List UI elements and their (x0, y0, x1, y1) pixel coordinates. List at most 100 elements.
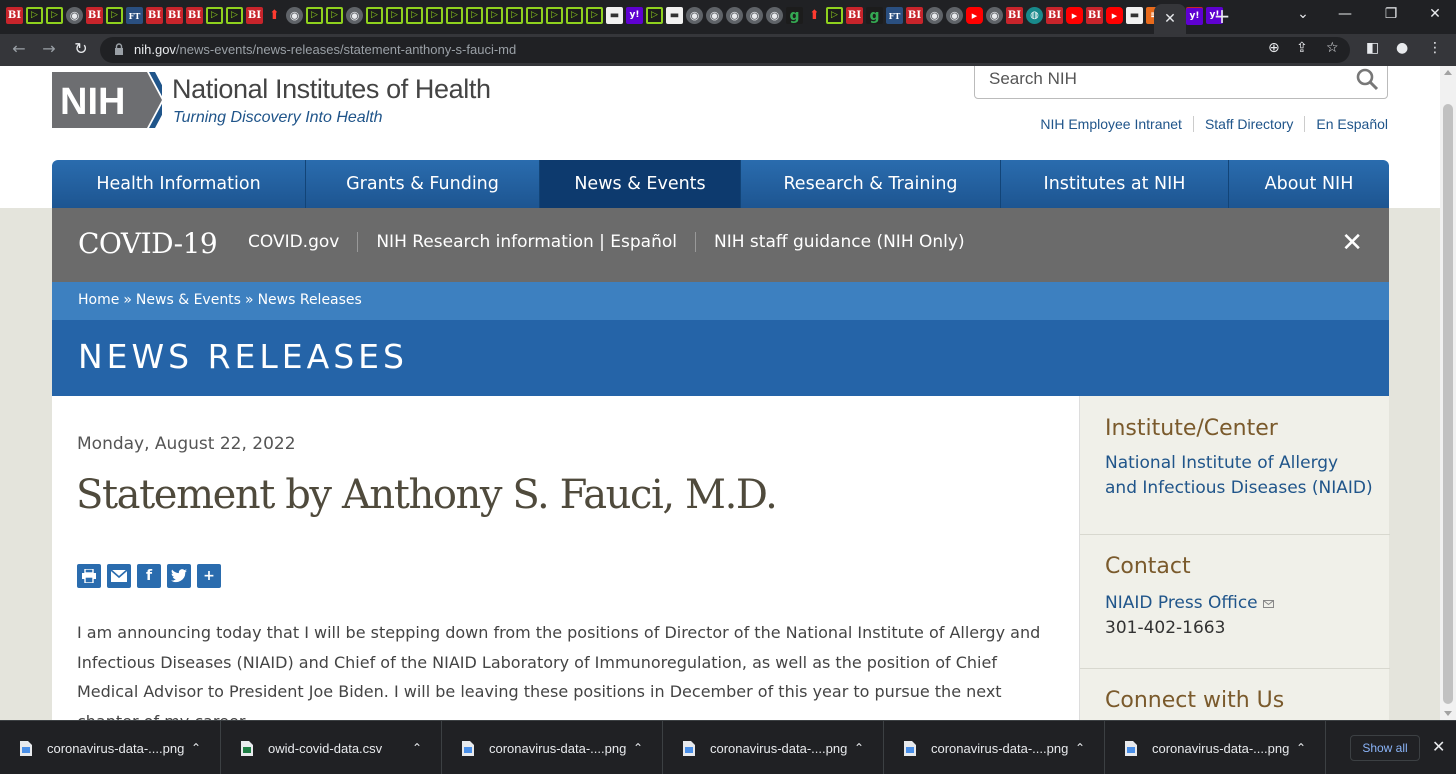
minimize-button[interactable]: — (1334, 6, 1356, 22)
tab-favicon-play-icon[interactable]: ▷ (446, 7, 463, 24)
tab-favicon-play-icon[interactable]: ▷ (546, 7, 563, 24)
tab-favicon-play-icon[interactable]: ▷ (406, 7, 423, 24)
download-item[interactable]: owid-covid-data.csv ⌃ (221, 721, 442, 774)
address-bar[interactable]: nih.gov/news-events/news-releases/statem… (100, 37, 1350, 63)
tab-favicon-play-icon[interactable]: ▷ (826, 7, 843, 24)
tab-favicon-globe-icon[interactable]: ◉ (706, 7, 723, 24)
covid-link-staff-guidance[interactable]: NIH staff guidance (NIH Only) (696, 232, 983, 252)
close-window-button[interactable]: ✕ (1424, 6, 1446, 22)
scroll-up-icon[interactable] (1444, 70, 1452, 75)
nav-item-health-information[interactable]: Health Information (52, 160, 306, 208)
tab-favicon-bi-icon[interactable]: BI (146, 7, 163, 24)
tab-favicon-yh-icon[interactable]: y! (626, 7, 643, 24)
tab-favicon-globe-icon[interactable]: ◉ (746, 7, 763, 24)
nih-logo[interactable]: NIH (52, 72, 162, 128)
link-niaid-press-office[interactable]: NIAID Press Office (1105, 593, 1258, 613)
nav-item-news-events[interactable]: News & Events (540, 160, 741, 208)
profile-avatar-icon[interactable]: ● (1396, 40, 1408, 56)
tab-favicon-teal-icon[interactable]: ◍ (1026, 7, 1043, 24)
tab-favicon-play-icon[interactable]: ▷ (306, 7, 323, 24)
maximize-button[interactable]: ❐ (1380, 6, 1402, 22)
search-input[interactable] (989, 69, 1349, 89)
link-en-espanol[interactable]: En Español (1304, 116, 1388, 132)
tab-favicon-globe-icon[interactable]: ◉ (686, 7, 703, 24)
tab-favicon-play-icon[interactable]: ▷ (526, 7, 543, 24)
tab-favicon-globe-icon[interactable]: ◉ (766, 7, 783, 24)
close-download-bar-icon[interactable]: ✕ (1432, 737, 1445, 756)
tab-favicon-red-icon[interactable]: ⬆ (806, 7, 823, 24)
nav-item-about[interactable]: About NIH (1229, 160, 1389, 208)
covid-link-covid-gov[interactable]: COVID.gov (230, 232, 359, 252)
tab-favicon-yt-icon[interactable]: ▶ (966, 7, 983, 24)
facebook-icon[interactable]: f (137, 564, 161, 588)
tab-favicon-bi-icon[interactable]: BI (1006, 7, 1023, 24)
tab-favicon-play-icon[interactable]: ▷ (206, 7, 223, 24)
tab-favicon-play-icon[interactable]: ▷ (486, 7, 503, 24)
chevron-up-icon[interactable]: ⌃ (1075, 741, 1085, 755)
print-icon[interactable] (77, 564, 101, 588)
close-icon[interactable]: ✕ (1341, 228, 1363, 258)
zoom-icon[interactable]: ⊕ (1268, 40, 1280, 56)
tab-favicon-play-icon[interactable]: ▷ (326, 7, 343, 24)
tab-favicon-bi-icon[interactable]: BI (6, 7, 23, 24)
new-tab-button[interactable]: + (1211, 4, 1233, 28)
download-item[interactable]: coronavirus-data-....png ⌃ (442, 721, 663, 774)
breadcrumb-news-releases[interactable]: News Releases (258, 292, 362, 308)
chevron-up-icon[interactable]: ⌃ (412, 741, 422, 755)
tab-favicon-play-icon[interactable]: ▷ (386, 7, 403, 24)
tab-favicon-bi-icon[interactable]: BI (246, 7, 263, 24)
side-panel-icon[interactable]: ◧ (1366, 40, 1379, 56)
show-all-downloads-button[interactable]: Show all (1350, 735, 1420, 761)
tab-favicon-play-icon[interactable]: ▷ (226, 7, 243, 24)
page-scrollbar[interactable] (1440, 66, 1456, 720)
tab-favicon-red-icon[interactable]: ⬆ (266, 7, 283, 24)
covid-link-research-info[interactable]: NIH Research information | Español (358, 232, 696, 252)
chevron-up-icon[interactable]: ⌃ (854, 741, 864, 755)
breadcrumb-news-events[interactable]: News & Events (136, 292, 241, 308)
twitter-icon[interactable] (167, 564, 191, 588)
download-item[interactable]: coronavirus-data-....png ⌃ (0, 721, 221, 774)
close-tab-icon[interactable]: ✕ (1164, 11, 1176, 27)
reload-button[interactable]: ↻ (70, 39, 92, 58)
tab-favicon-globe-icon[interactable]: ◉ (946, 7, 963, 24)
forward-button[interactable]: → (38, 39, 60, 58)
tab-favicon-yt-icon[interactable]: ▶ (1106, 7, 1123, 24)
email-icon[interactable] (107, 564, 131, 588)
download-item[interactable]: coronavirus-data-....png ⌃ (663, 721, 884, 774)
tab-favicon-play-icon[interactable]: ▷ (506, 7, 523, 24)
tab-favicon-bi-icon[interactable]: BI (1086, 7, 1103, 24)
download-item[interactable]: coronavirus-data-....png ⌃ (1105, 721, 1326, 774)
tab-favicon-g-icon[interactable]: g (866, 7, 883, 24)
tab-favicon-bi-icon[interactable]: BI (1046, 7, 1063, 24)
tab-favicon-bi-icon[interactable]: BI (86, 7, 103, 24)
tab-favicon-ft-icon[interactable]: FT (126, 7, 143, 24)
tab-favicon-globe-icon[interactable]: ◉ (66, 7, 83, 24)
link-niaid[interactable]: National Institute of Allergy and Infect… (1105, 451, 1375, 501)
tab-favicon-globe-icon[interactable]: ◉ (986, 7, 1003, 24)
tab-favicon-white-icon[interactable]: ▬ (666, 7, 683, 24)
tab-favicon-bi-icon[interactable]: BI (906, 7, 923, 24)
bookmark-star-icon[interactable]: ☆ (1326, 40, 1339, 56)
tab-favicon-play-icon[interactable]: ▷ (426, 7, 443, 24)
tab-search-icon[interactable]: ⌄ (1292, 6, 1314, 22)
tab-favicon-play-icon[interactable]: ▷ (26, 7, 43, 24)
tab-favicon-globe-icon[interactable]: ◉ (726, 7, 743, 24)
tab-favicon-white-icon[interactable]: ▬ (606, 7, 623, 24)
scroll-down-icon[interactable] (1444, 711, 1452, 716)
tab-favicon-ft-icon[interactable]: FT (886, 7, 903, 24)
download-item[interactable]: coronavirus-data-....png ⌃ (884, 721, 1105, 774)
tab-favicon-play-icon[interactable]: ▷ (646, 7, 663, 24)
tab-favicon-bi-icon[interactable]: BI (166, 7, 183, 24)
active-tab[interactable]: ✕ (1154, 4, 1186, 34)
link-employee-intranet[interactable]: NIH Employee Intranet (1029, 116, 1193, 132)
chevron-up-icon[interactable]: ⌃ (191, 741, 201, 755)
chevron-up-icon[interactable]: ⌃ (633, 741, 643, 755)
tab-favicon-globe-icon[interactable]: ◉ (926, 7, 943, 24)
tab-favicon-play-icon[interactable]: ▷ (46, 7, 63, 24)
back-button[interactable]: ← (8, 39, 30, 58)
chevron-up-icon[interactable]: ⌃ (1296, 741, 1306, 755)
tab-favicon-play-icon[interactable]: ▷ (586, 7, 603, 24)
tab-favicon-globe-icon[interactable]: ◉ (286, 7, 303, 24)
tab-favicon-play-icon[interactable]: ▷ (366, 7, 383, 24)
search-icon[interactable] (1355, 67, 1379, 91)
